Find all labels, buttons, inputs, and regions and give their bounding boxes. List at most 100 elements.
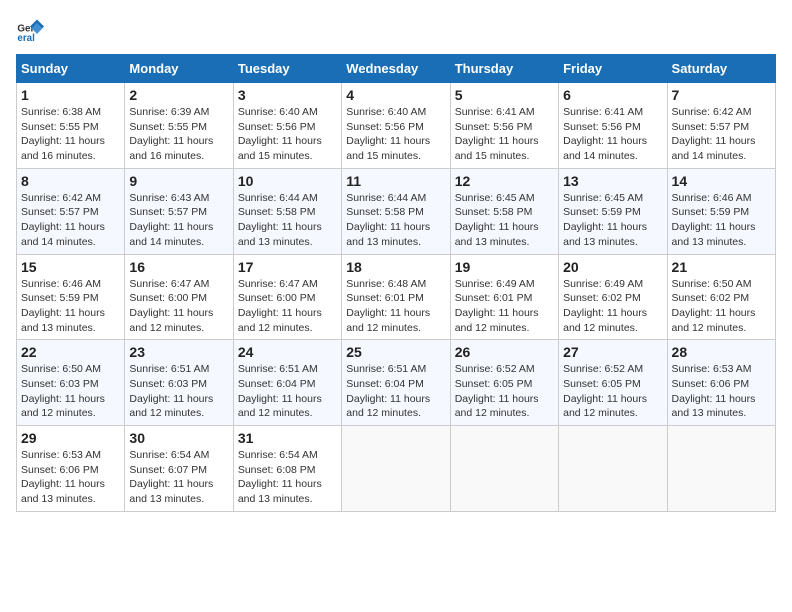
daylight-text: Daylight: 11 hours and 16 minutes. <box>21 135 105 162</box>
sunrise-text: Sunrise: 6:51 AM <box>346 363 426 375</box>
calendar-day-cell: 31 Sunrise: 6:54 AM Sunset: 6:08 PM Dayl… <box>233 426 341 512</box>
daylight-text: Daylight: 11 hours and 15 minutes. <box>455 135 539 162</box>
sunset-text: Sunset: 6:00 PM <box>129 292 207 304</box>
day-info: Sunrise: 6:40 AM Sunset: 5:56 PM Dayligh… <box>238 105 337 164</box>
daylight-text: Daylight: 11 hours and 14 minutes. <box>21 221 105 248</box>
sunset-text: Sunset: 6:06 PM <box>21 464 99 476</box>
calendar-day-cell: 17 Sunrise: 6:47 AM Sunset: 6:00 PM Dayl… <box>233 254 341 340</box>
day-info: Sunrise: 6:53 AM Sunset: 6:06 PM Dayligh… <box>672 362 771 421</box>
sunset-text: Sunset: 5:57 PM <box>129 206 207 218</box>
day-info: Sunrise: 6:41 AM Sunset: 5:56 PM Dayligh… <box>563 105 662 164</box>
day-number: 29 <box>21 430 120 446</box>
day-info: Sunrise: 6:45 AM Sunset: 5:59 PM Dayligh… <box>563 191 662 250</box>
sunrise-text: Sunrise: 6:47 AM <box>238 278 318 290</box>
day-number: 12 <box>455 173 554 189</box>
day-info: Sunrise: 6:40 AM Sunset: 5:56 PM Dayligh… <box>346 105 445 164</box>
sunrise-text: Sunrise: 6:38 AM <box>21 106 101 118</box>
sunrise-text: Sunrise: 6:41 AM <box>563 106 643 118</box>
day-info: Sunrise: 6:46 AM Sunset: 5:59 PM Dayligh… <box>21 277 120 336</box>
daylight-text: Daylight: 11 hours and 12 minutes. <box>563 307 647 334</box>
daylight-text: Daylight: 11 hours and 15 minutes. <box>346 135 430 162</box>
calendar-day-cell: 18 Sunrise: 6:48 AM Sunset: 6:01 PM Dayl… <box>342 254 450 340</box>
sunrise-text: Sunrise: 6:53 AM <box>672 363 752 375</box>
day-number: 14 <box>672 173 771 189</box>
day-number: 23 <box>129 344 228 360</box>
day-info: Sunrise: 6:42 AM Sunset: 5:57 PM Dayligh… <box>672 105 771 164</box>
day-info: Sunrise: 6:51 AM Sunset: 6:03 PM Dayligh… <box>129 362 228 421</box>
weekday-header: Sunday <box>17 55 125 83</box>
daylight-text: Daylight: 11 hours and 12 minutes. <box>346 307 430 334</box>
sunrise-text: Sunrise: 6:52 AM <box>455 363 535 375</box>
calendar-week-row: 29 Sunrise: 6:53 AM Sunset: 6:06 PM Dayl… <box>17 426 776 512</box>
day-number: 6 <box>563 87 662 103</box>
day-info: Sunrise: 6:50 AM Sunset: 6:03 PM Dayligh… <box>21 362 120 421</box>
sunset-text: Sunset: 5:55 PM <box>129 121 207 133</box>
day-number: 10 <box>238 173 337 189</box>
day-info: Sunrise: 6:54 AM Sunset: 6:07 PM Dayligh… <box>129 448 228 507</box>
calendar-day-cell: 9 Sunrise: 6:43 AM Sunset: 5:57 PM Dayli… <box>125 168 233 254</box>
daylight-text: Daylight: 11 hours and 12 minutes. <box>238 307 322 334</box>
calendar-day-cell: 2 Sunrise: 6:39 AM Sunset: 5:55 PM Dayli… <box>125 83 233 169</box>
sunrise-text: Sunrise: 6:50 AM <box>21 363 101 375</box>
daylight-text: Daylight: 11 hours and 12 minutes. <box>672 307 756 334</box>
day-number: 18 <box>346 259 445 275</box>
day-info: Sunrise: 6:49 AM Sunset: 6:01 PM Dayligh… <box>455 277 554 336</box>
calendar-day-cell: 16 Sunrise: 6:47 AM Sunset: 6:00 PM Dayl… <box>125 254 233 340</box>
day-number: 9 <box>129 173 228 189</box>
calendar-day-cell: 3 Sunrise: 6:40 AM Sunset: 5:56 PM Dayli… <box>233 83 341 169</box>
sunset-text: Sunset: 5:57 PM <box>21 206 99 218</box>
daylight-text: Daylight: 11 hours and 12 minutes. <box>455 307 539 334</box>
daylight-text: Daylight: 11 hours and 13 minutes. <box>672 221 756 248</box>
day-number: 5 <box>455 87 554 103</box>
calendar-day-cell: 12 Sunrise: 6:45 AM Sunset: 5:58 PM Dayl… <box>450 168 558 254</box>
calendar-day-cell: 13 Sunrise: 6:45 AM Sunset: 5:59 PM Dayl… <box>559 168 667 254</box>
logo-icon: Gen eral <box>16 16 44 44</box>
calendar-day-cell <box>667 426 775 512</box>
weekday-header: Friday <box>559 55 667 83</box>
day-number: 3 <box>238 87 337 103</box>
sunset-text: Sunset: 6:00 PM <box>238 292 316 304</box>
calendar-header-row: SundayMondayTuesdayWednesdayThursdayFrid… <box>17 55 776 83</box>
daylight-text: Daylight: 11 hours and 12 minutes. <box>455 393 539 420</box>
sunset-text: Sunset: 6:04 PM <box>238 378 316 390</box>
sunrise-text: Sunrise: 6:48 AM <box>346 278 426 290</box>
day-number: 30 <box>129 430 228 446</box>
day-number: 11 <box>346 173 445 189</box>
sunset-text: Sunset: 6:08 PM <box>238 464 316 476</box>
calendar-day-cell: 4 Sunrise: 6:40 AM Sunset: 5:56 PM Dayli… <box>342 83 450 169</box>
day-number: 13 <box>563 173 662 189</box>
daylight-text: Daylight: 11 hours and 13 minutes. <box>238 221 322 248</box>
calendar-day-cell: 25 Sunrise: 6:51 AM Sunset: 6:04 PM Dayl… <box>342 340 450 426</box>
sunrise-text: Sunrise: 6:49 AM <box>563 278 643 290</box>
daylight-text: Daylight: 11 hours and 12 minutes. <box>21 393 105 420</box>
sunset-text: Sunset: 6:06 PM <box>672 378 750 390</box>
sunrise-text: Sunrise: 6:44 AM <box>238 192 318 204</box>
day-number: 19 <box>455 259 554 275</box>
day-number: 25 <box>346 344 445 360</box>
sunset-text: Sunset: 5:56 PM <box>563 121 641 133</box>
sunrise-text: Sunrise: 6:49 AM <box>455 278 535 290</box>
day-info: Sunrise: 6:38 AM Sunset: 5:55 PM Dayligh… <box>21 105 120 164</box>
day-number: 31 <box>238 430 337 446</box>
daylight-text: Daylight: 11 hours and 16 minutes. <box>129 135 213 162</box>
sunrise-text: Sunrise: 6:42 AM <box>21 192 101 204</box>
sunset-text: Sunset: 6:07 PM <box>129 464 207 476</box>
day-info: Sunrise: 6:50 AM Sunset: 6:02 PM Dayligh… <box>672 277 771 336</box>
calendar-day-cell: 28 Sunrise: 6:53 AM Sunset: 6:06 PM Dayl… <box>667 340 775 426</box>
day-number: 17 <box>238 259 337 275</box>
calendar-week-row: 1 Sunrise: 6:38 AM Sunset: 5:55 PM Dayli… <box>17 83 776 169</box>
sunset-text: Sunset: 5:59 PM <box>672 206 750 218</box>
daylight-text: Daylight: 11 hours and 13 minutes. <box>563 221 647 248</box>
daylight-text: Daylight: 11 hours and 13 minutes. <box>238 478 322 505</box>
sunrise-text: Sunrise: 6:39 AM <box>129 106 209 118</box>
daylight-text: Daylight: 11 hours and 14 minutes. <box>672 135 756 162</box>
calendar-day-cell: 11 Sunrise: 6:44 AM Sunset: 5:58 PM Dayl… <box>342 168 450 254</box>
calendar-day-cell: 6 Sunrise: 6:41 AM Sunset: 5:56 PM Dayli… <box>559 83 667 169</box>
day-info: Sunrise: 6:43 AM Sunset: 5:57 PM Dayligh… <box>129 191 228 250</box>
calendar-day-cell: 22 Sunrise: 6:50 AM Sunset: 6:03 PM Dayl… <box>17 340 125 426</box>
day-number: 4 <box>346 87 445 103</box>
sunrise-text: Sunrise: 6:44 AM <box>346 192 426 204</box>
day-info: Sunrise: 6:44 AM Sunset: 5:58 PM Dayligh… <box>238 191 337 250</box>
calendar-day-cell: 23 Sunrise: 6:51 AM Sunset: 6:03 PM Dayl… <box>125 340 233 426</box>
sunset-text: Sunset: 6:01 PM <box>455 292 533 304</box>
